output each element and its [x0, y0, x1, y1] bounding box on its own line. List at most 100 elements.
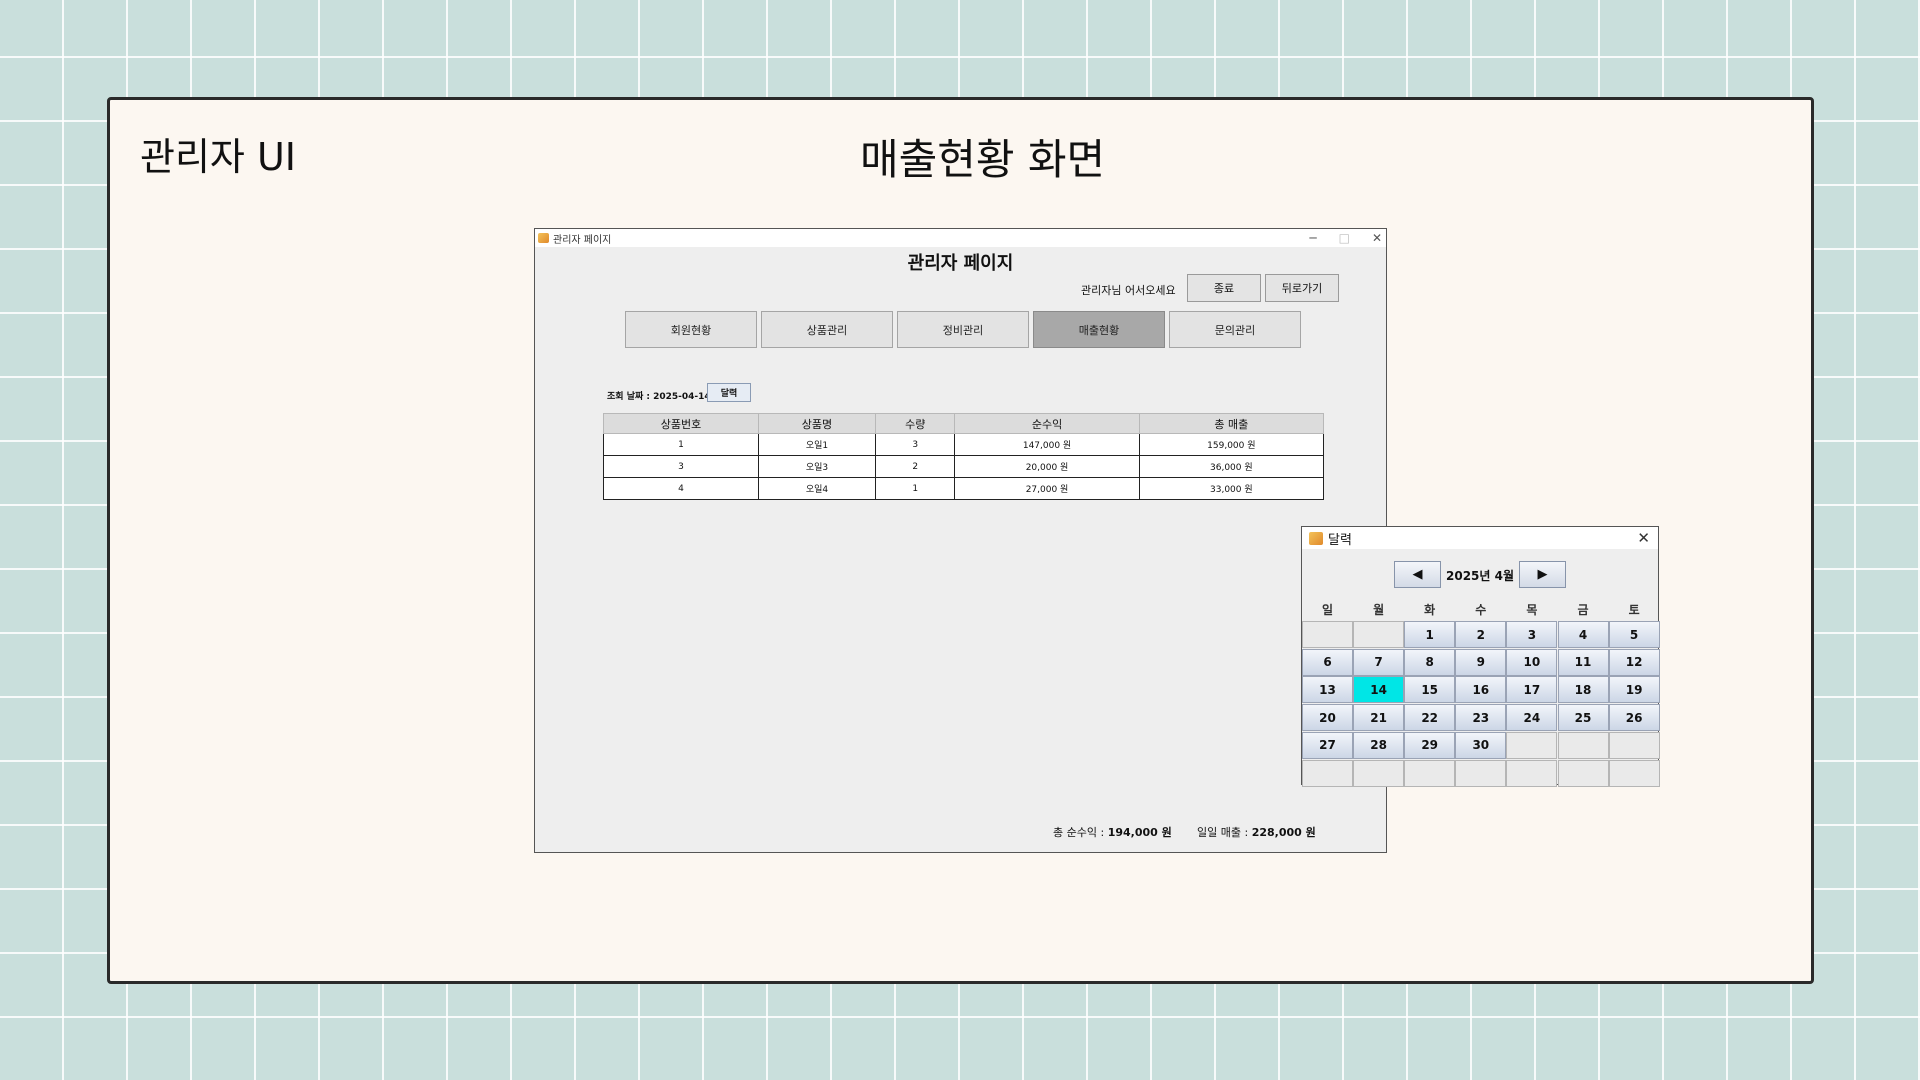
admin-window: 관리자 페이지 ─ □ ✕ 관리자 페이지 관리자님 어서오세요 종료 뒤로가기… [534, 228, 1387, 853]
table-cell: 2 [875, 455, 956, 478]
day-cell[interactable]: 4 [1557, 621, 1609, 648]
table-cell: 33,000 원 [1138, 477, 1325, 500]
weekday-label: 토 [1628, 603, 1640, 617]
day-cell[interactable]: 15 [1404, 676, 1456, 704]
calendar-dialog: 달력 ✕ ◀ 2025년 4월 ▶ 일월화수목금토 1 2 3 4 5 6 7 8 9 10 11 1… [1301, 526, 1660, 787]
table-row[interactable]: 3 오일3 2 20,000 원 36,000 원 [603, 455, 1325, 478]
tab-5[interactable]: 문의관리 [1169, 311, 1301, 348]
empty-day-cell [1506, 759, 1558, 787]
empty-day-cell [1353, 621, 1405, 648]
day-cell[interactable]: 10 [1506, 648, 1558, 676]
empty-day-cell [1302, 759, 1353, 787]
table-cell: 4 [603, 477, 759, 500]
java-app-icon [538, 233, 549, 243]
table-row[interactable]: 4 오일4 1 27,000 원 33,000 원 [603, 477, 1325, 500]
table-cell: 20,000 원 [954, 455, 1140, 478]
page-heading: 관리자 페이지 [907, 253, 1014, 274]
day-cell[interactable]: 5 [1608, 621, 1660, 648]
empty-day-cell [1455, 759, 1507, 787]
empty-day-cell [1506, 731, 1558, 759]
day-cell[interactable]: 18 [1557, 676, 1609, 704]
daily-sales-value: 228,000 원 [1251, 826, 1316, 839]
column-header[interactable]: 총 매출 [1138, 413, 1325, 434]
minimize-icon[interactable]: ─ [1309, 231, 1316, 245]
close-icon[interactable]: ✕ [1372, 231, 1382, 245]
query-date-label: 조회 날짜 : 2025-04-14 [607, 392, 711, 402]
column-header[interactable]: 상품명 [757, 413, 877, 434]
table-cell: 오일1 [757, 433, 877, 456]
day-cell[interactable]: 6 [1302, 648, 1353, 676]
day-cell[interactable]: 28 [1353, 731, 1405, 759]
exit-button[interactable]: 종료 [1187, 274, 1261, 302]
day-cell[interactable]: 19 [1608, 676, 1660, 704]
tab-4[interactable]: 매출현황 [1033, 311, 1165, 348]
empty-day-cell [1353, 759, 1405, 787]
day-cell[interactable]: 14 [1353, 676, 1405, 704]
day-cell[interactable]: 16 [1455, 676, 1507, 704]
empty-day-cell [1557, 759, 1609, 787]
day-cell[interactable]: 24 [1506, 704, 1558, 732]
table-cell: 27,000 원 [954, 477, 1140, 500]
weekday-label: 일 [1321, 603, 1334, 617]
tab-3[interactable]: 정비관리 [897, 311, 1029, 348]
table-cell: 147,000 원 [954, 433, 1140, 456]
slide-title: 매출현황 화면 [860, 135, 1106, 184]
slide-label: 관리자 UI [140, 135, 296, 179]
window-titlebar: 관리자 페이지 ─ □ ✕ [535, 229, 1386, 247]
day-cell[interactable]: 23 [1455, 704, 1507, 732]
month-label: 2025년 4월 [1446, 569, 1515, 583]
day-cell[interactable]: 22 [1404, 704, 1456, 732]
prev-month-button[interactable]: ◀ [1394, 561, 1441, 588]
table-cell: 36,000 원 [1138, 455, 1325, 478]
day-cell[interactable]: 7 [1353, 648, 1405, 676]
back-button[interactable]: 뒤로가기 [1265, 274, 1339, 302]
column-header[interactable]: 상품번호 [603, 413, 759, 434]
day-cell[interactable]: 20 [1302, 704, 1353, 732]
empty-day-cell [1557, 731, 1609, 759]
day-cell[interactable]: 17 [1506, 676, 1558, 704]
column-header[interactable]: 순수익 [954, 413, 1140, 434]
day-cell[interactable]: 26 [1608, 704, 1660, 732]
table-cell: 오일4 [757, 477, 877, 500]
day-cell[interactable]: 9 [1455, 648, 1507, 676]
day-cell[interactable]: 2 [1455, 621, 1507, 648]
empty-day-cell [1608, 759, 1660, 787]
weekday-label: 수 [1475, 603, 1487, 617]
weekday-label: 목 [1526, 603, 1538, 617]
welcome-text: 관리자님 어서오세요 [1081, 284, 1176, 297]
table-cell: 159,000 원 [1138, 433, 1325, 456]
total-profit: 총 순수익 : 194,000 원 [1053, 824, 1172, 840]
day-cell[interactable]: 12 [1608, 648, 1660, 676]
weekday-label: 월 [1373, 603, 1385, 617]
day-cell[interactable]: 30 [1455, 731, 1507, 759]
sales-table: 상품번호 상품명 수량 순수익 총 매출 1 오일1 3 147,000 원 159,000 원… [603, 413, 1325, 500]
tab-2[interactable]: 상품관리 [761, 311, 893, 348]
calendar-titlebar: 달력 ✕ [1302, 527, 1658, 549]
empty-day-cell [1608, 731, 1660, 759]
table-row[interactable]: 1 오일1 3 147,000 원 159,000 원 [603, 433, 1325, 456]
maximize-icon[interactable]: □ [1339, 231, 1350, 245]
column-header[interactable]: 수량 [875, 413, 956, 434]
day-cell[interactable]: 8 [1404, 648, 1456, 676]
table-cell: 3 [875, 433, 956, 456]
java-app-icon [1309, 531, 1323, 545]
day-cell[interactable]: 11 [1557, 648, 1609, 676]
window-title: 관리자 페이지 [553, 234, 612, 246]
next-month-button[interactable]: ▶ [1519, 561, 1566, 588]
day-cell[interactable]: 29 [1404, 731, 1456, 759]
day-cell[interactable]: 27 [1302, 731, 1353, 759]
total-profit-label: 총 순수익 : [1053, 826, 1108, 839]
calendar-button[interactable]: 달력 [707, 383, 751, 402]
day-cell[interactable]: 3 [1506, 621, 1558, 648]
tab-1[interactable]: 회원현황 [625, 311, 757, 348]
daily-sales: 일일 매출 : 228,000 원 [1197, 824, 1316, 840]
day-cell[interactable]: 13 [1302, 676, 1353, 704]
day-cell[interactable]: 21 [1353, 704, 1405, 732]
empty-day-cell [1404, 759, 1456, 787]
day-cell[interactable]: 25 [1557, 704, 1609, 732]
weekday-label: 화 [1424, 603, 1436, 617]
close-icon[interactable]: ✕ [1637, 529, 1650, 547]
calendar-title: 달력 [1328, 532, 1352, 548]
day-cell[interactable]: 1 [1404, 621, 1456, 648]
table-cell: 3 [603, 455, 759, 478]
